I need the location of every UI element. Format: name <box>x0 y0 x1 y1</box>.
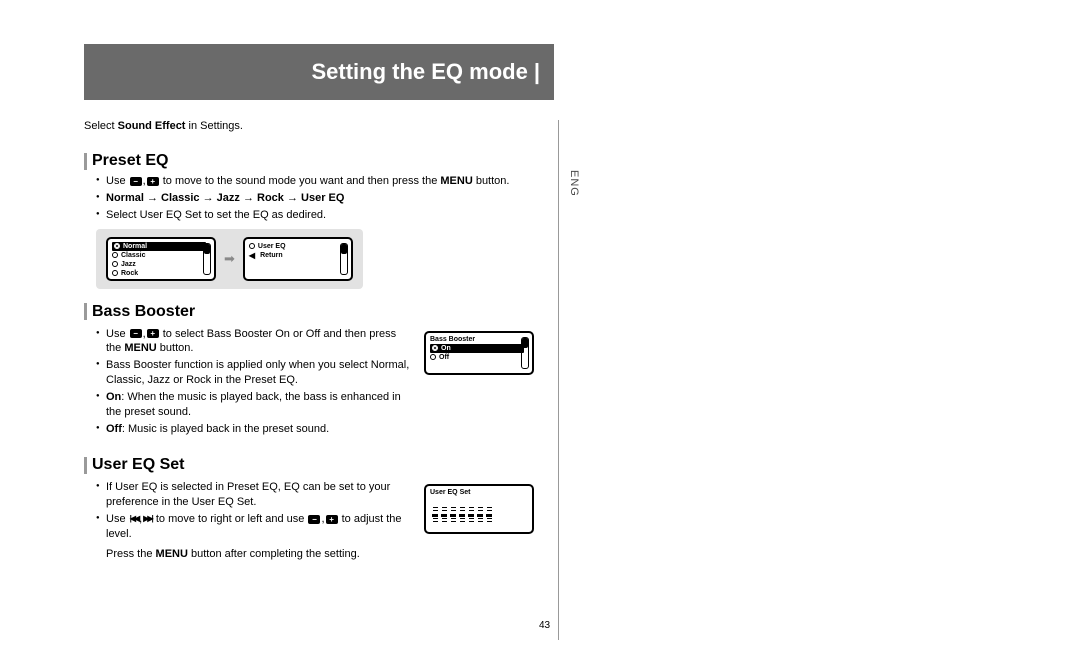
menu-label: MENU <box>440 175 472 187</box>
section-bar-icon <box>84 153 87 170</box>
lcd-bass-booster: Bass Booster On Off <box>424 331 534 375</box>
lcd-item-on: On <box>430 344 524 353</box>
menu-label: MENU <box>124 342 156 354</box>
section-usereq-title: User EQ Set <box>84 456 554 474</box>
minus-icon: − <box>130 177 142 186</box>
text-fragment: to move to right or left and use <box>153 513 308 525</box>
plus-icon: + <box>147 329 159 338</box>
intro-prefix: Select <box>84 120 118 132</box>
lcd-item-normal: Normal <box>112 242 206 251</box>
lcd-title: Bass Booster <box>430 336 528 343</box>
list-item: Normal → Classic → Jazz → Rock → User EQ <box>96 191 554 206</box>
text-fragment: to move to the sound mode you want and t… <box>160 175 441 187</box>
minus-icon: − <box>130 329 142 338</box>
text-fragment: button. <box>473 175 510 187</box>
list-item: Use −,+ to move to the sound mode you wa… <box>96 174 554 189</box>
text-fragment: Use <box>106 328 129 340</box>
eq-sliders <box>430 497 528 523</box>
preset-lcd-band: Normal Classic Jazz Rock ➡ User EQ ◀Retu… <box>96 229 363 289</box>
section-bar-icon <box>84 303 87 320</box>
list-item: Bass Booster function is applied only wh… <box>96 358 414 388</box>
scrollbar <box>203 243 211 275</box>
title-separator: | <box>534 59 540 85</box>
text-fragment: Use <box>106 175 129 187</box>
intro-bold: Sound Effect <box>118 120 186 132</box>
usereq-two-col: If User EQ is selected in Preset EQ, EQ … <box>84 478 554 559</box>
rewind-icon: |◀◀ <box>130 514 139 525</box>
text-fragment: If User EQ is selected in Preset EQ, EQ … <box>106 481 390 508</box>
bass-bullet-list: Use −,+ to select Bass Booster On or Off… <box>84 327 414 437</box>
language-tab: ENG <box>568 170 580 197</box>
list-item: If User EQ is selected in Preset EQ, EQ … <box>96 480 414 510</box>
list-item: Off: Music is played back in the preset … <box>96 422 414 437</box>
lcd-item-rock: Rock <box>112 269 210 278</box>
text-fragment: button after completing the setting. <box>188 548 360 560</box>
plus-icon: + <box>147 177 159 186</box>
page-fold-line <box>558 120 559 640</box>
arrow-right-icon: ➡ <box>224 251 235 267</box>
preset-bullet-list: Use −,+ to move to the sound mode you wa… <box>84 174 554 223</box>
scrollbar <box>340 243 348 275</box>
lcd-user-eq: User EQ Set <box>424 484 534 534</box>
lcd-item-jazz: Jazz <box>112 260 210 269</box>
text-fragment: Press the <box>106 548 156 560</box>
list-item: On: When the music is played back, the b… <box>96 390 414 420</box>
text-fragment: : Music is played back in the preset sou… <box>122 423 329 435</box>
section-bass-title: Bass Booster <box>84 303 554 321</box>
plus-icon: + <box>326 515 338 524</box>
page-number: 43 <box>539 620 550 631</box>
minus-icon: − <box>308 515 320 524</box>
text-fragment: Bass Booster function is applied only wh… <box>106 359 409 386</box>
text-fragment: Select User EQ Set to set the EQ as dedi… <box>106 209 326 221</box>
menu-label: MENU <box>156 548 188 560</box>
on-label: On <box>106 391 121 403</box>
section-bar-icon <box>84 457 87 474</box>
lcd-title: User EQ Set <box>430 489 528 496</box>
usereq-bullet-list: If User EQ is selected in Preset EQ, EQ … <box>84 480 414 541</box>
page-title: Setting the EQ mode <box>311 59 527 85</box>
section-preset-label: Preset EQ <box>92 152 168 170</box>
lcd-item-return: ◀Return <box>249 251 347 260</box>
scrollbar <box>521 337 529 369</box>
eq-sequence: Normal → Classic → Jazz → Rock → User EQ <box>106 192 344 204</box>
text-fragment: button. <box>157 342 194 354</box>
list-item: Select User EQ Set to set the EQ as dedi… <box>96 208 554 223</box>
content-area: Select Sound Effect in Settings. Preset … <box>84 120 554 560</box>
usereq-note: Press the MENU button after completing t… <box>106 548 414 560</box>
bass-two-col: Use −,+ to select Bass Booster On or Off… <box>84 325 554 443</box>
intro-text: Select Sound Effect in Settings. <box>84 120 554 132</box>
section-bass-label: Bass Booster <box>92 303 195 321</box>
lcd-preset-list: Normal Classic Jazz Rock <box>106 237 216 281</box>
off-label: Off <box>106 423 122 435</box>
list-item: Use |◀◀,▶▶| to move to right or left and… <box>96 512 414 542</box>
list-item: Use −,+ to select Bass Booster On or Off… <box>96 327 414 357</box>
lcd-preset-list-2: User EQ ◀Return <box>243 237 353 281</box>
return-icon: ◀ <box>249 251 255 260</box>
lcd-item-off: Off <box>430 353 528 362</box>
section-preset-title: Preset EQ <box>84 152 554 170</box>
text-fragment: : When the music is played back, the bas… <box>106 391 401 418</box>
lcd-item-classic: Classic <box>112 251 210 260</box>
header-band: Setting the EQ mode | <box>84 44 554 100</box>
section-usereq-label: User EQ Set <box>92 456 184 474</box>
intro-suffix: in Settings. <box>185 120 242 132</box>
fastforward-icon: ▶▶| <box>143 514 152 525</box>
text-fragment: Use <box>106 513 129 525</box>
lcd-item-usereq: User EQ <box>249 242 347 251</box>
